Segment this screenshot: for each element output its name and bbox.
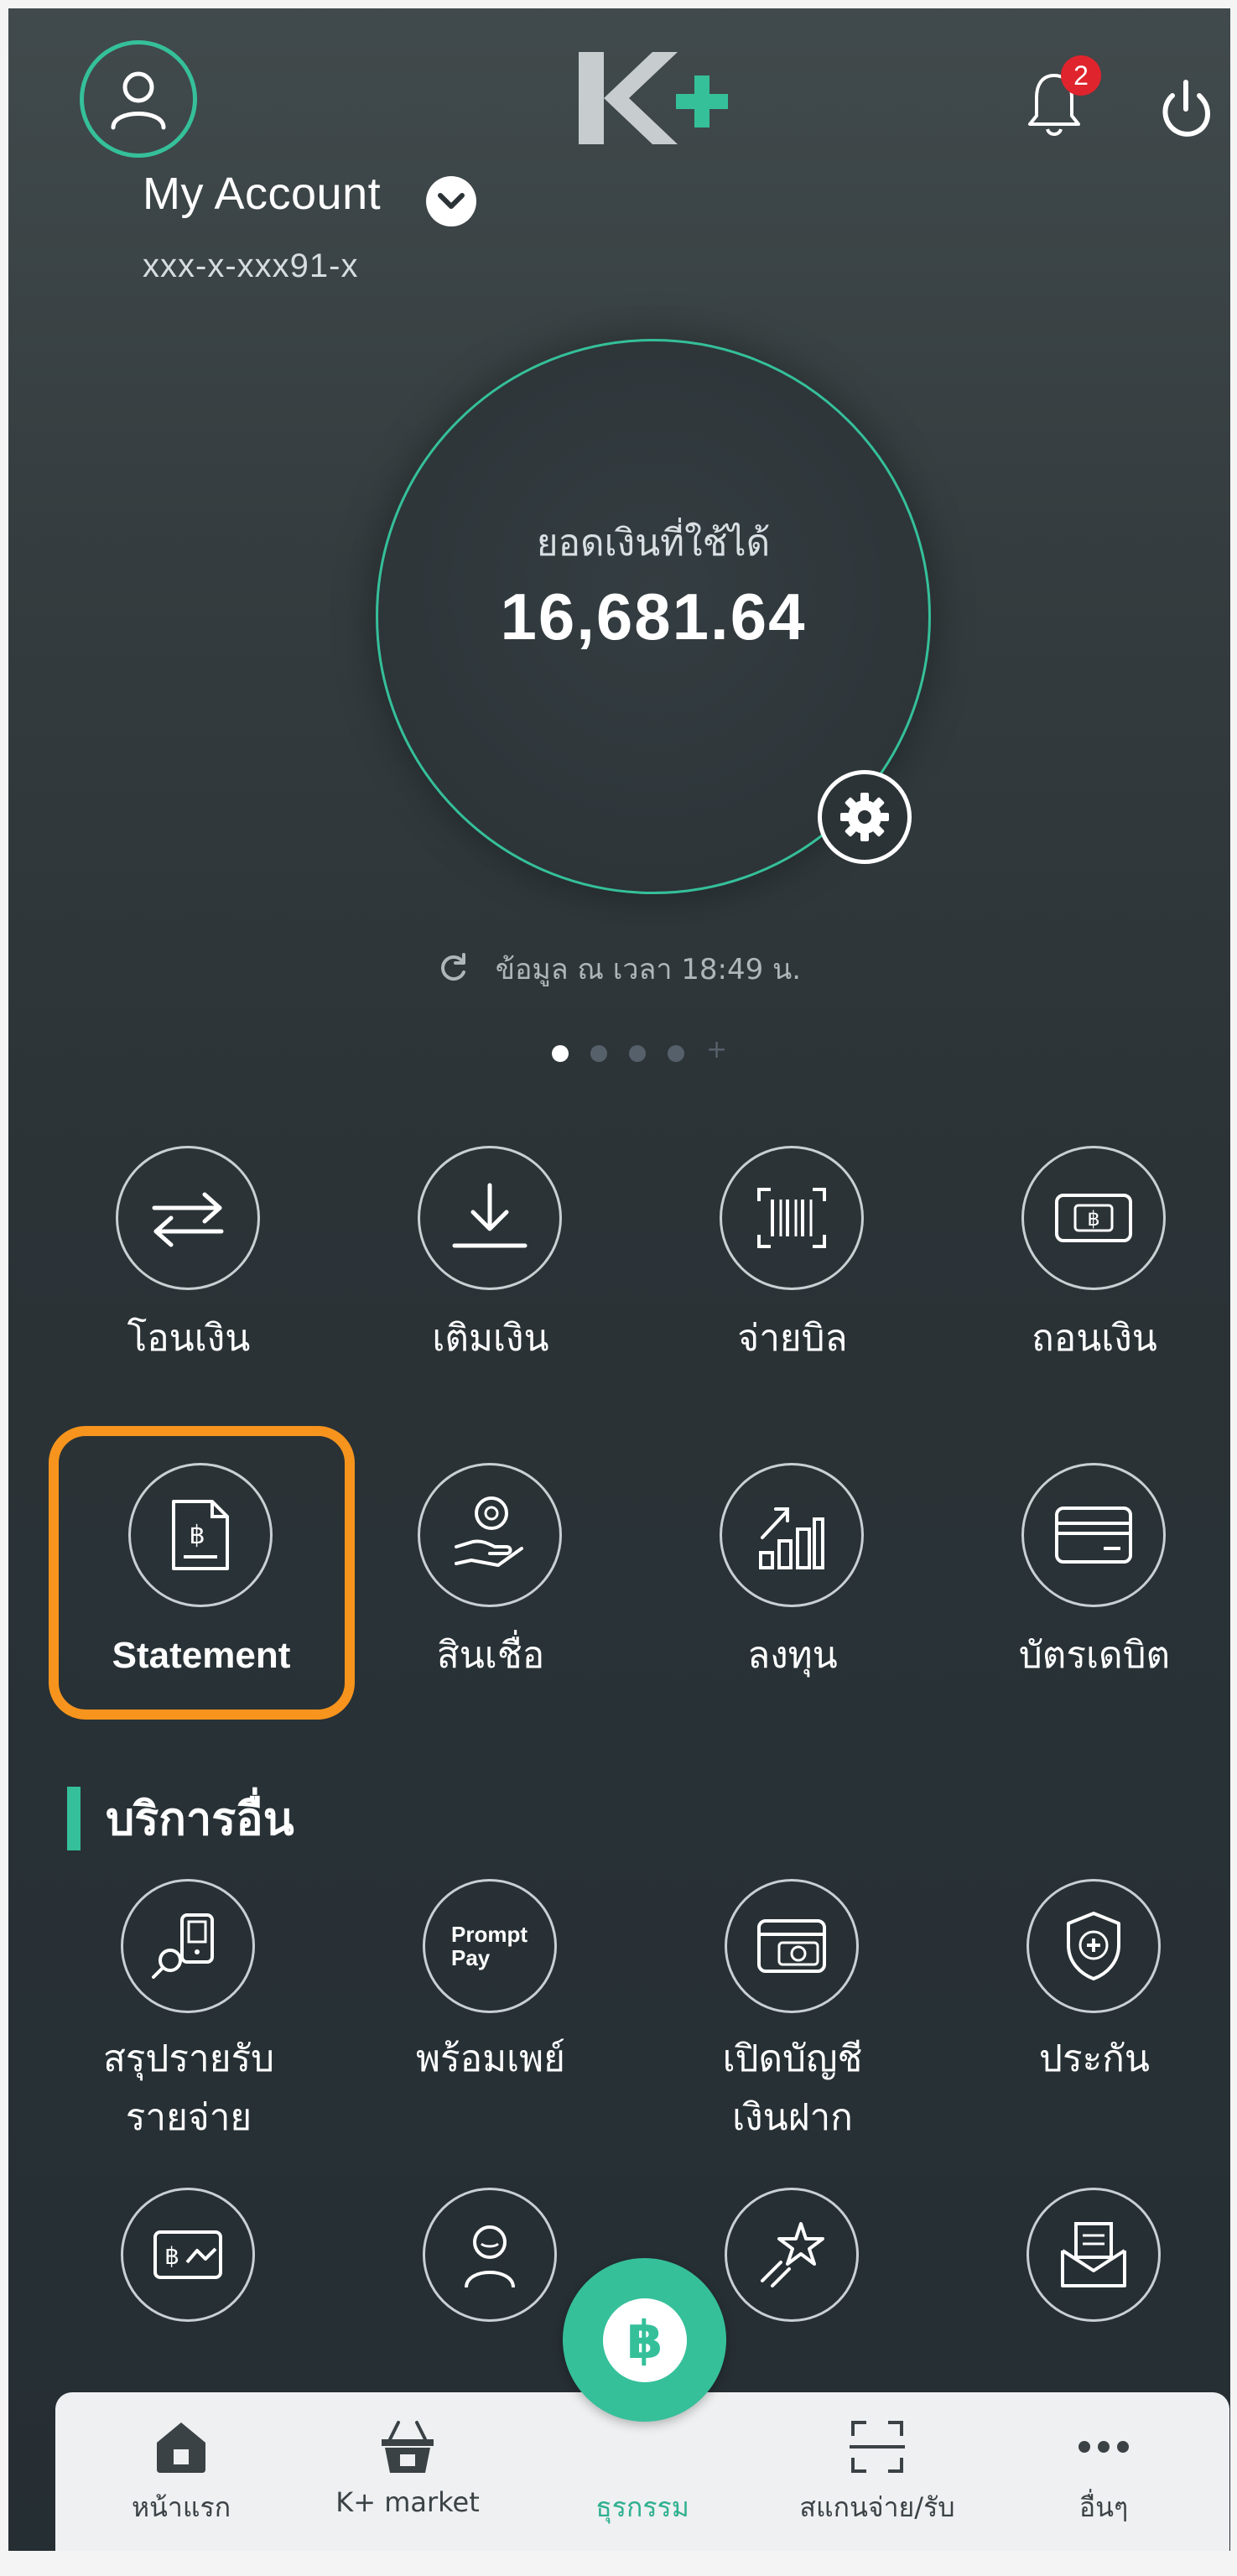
statement-icon: ฿ <box>172 1500 229 1570</box>
loan-icon <box>455 1496 523 1567</box>
svg-text:Prompt: Prompt <box>451 1922 528 1947</box>
transactions-fab[interactable]: ฿ <box>563 2258 726 2422</box>
svg-text:฿: ฿ <box>164 2242 179 2270</box>
nav-kplus-market[interactable]: K+ market <box>299 2392 517 2552</box>
menu-invest[interactable]: ลงทุน <box>671 1463 914 1681</box>
menu-label: บัตรเดบิต <box>1018 1634 1171 1677</box>
nav-more[interactable]: อื่นๆ <box>995 2392 1213 2552</box>
section-accent-bar <box>67 1787 81 1850</box>
menu-statement[interactable]: ฿ Statement <box>80 1463 323 1681</box>
notification-badge: 2 <box>1061 55 1101 96</box>
menu-paybill[interactable]: จ่ายบิล <box>671 1146 914 1364</box>
app-screen: 2 My Account xxx-x-xxx91-x ยอดเงินที่ใช้… <box>0 0 1237 2576</box>
section-title: บริการอื่น <box>106 1793 294 1845</box>
star-rocket-icon <box>761 2222 824 2287</box>
menu-topup[interactable]: เติมเงิน <box>369 1146 612 1364</box>
page-dot-active[interactable] <box>552 1045 569 1062</box>
menu-label: เปิดบัญชี เงินฝาก <box>722 2037 863 2139</box>
menu-label: เติมเงิน <box>432 1317 549 1360</box>
service-income-summary[interactable]: สรุปรายรับ รายจ่าย <box>67 1879 310 2139</box>
add-page-icon[interactable]: + <box>706 1035 727 1064</box>
section-other-services: บริการอื่น <box>67 1785 294 1852</box>
menu-label: พร้อมเพย์ <box>416 2037 565 2080</box>
topup-icon <box>452 1183 528 1248</box>
menu-label: ลงทุน <box>747 1634 838 1677</box>
power-icon[interactable] <box>1156 75 1216 143</box>
promptpay-icon: Prompt Pay <box>451 1922 528 1970</box>
balance-value: 16,681.64 <box>500 580 807 653</box>
more-icon <box>1078 2441 1129 2453</box>
summary-icon <box>152 1913 214 1979</box>
basket-icon <box>382 2421 434 2473</box>
scan-icon <box>850 2421 905 2473</box>
nav-scan[interactable]: สแกนจ่าย/รับ <box>768 2392 986 2552</box>
nav-home[interactable]: หน้าแรก <box>72 2392 290 2552</box>
person-icon <box>465 2225 515 2288</box>
barcode-icon <box>757 1188 826 1248</box>
card-icon <box>1055 1507 1132 1564</box>
menu-transfer[interactable]: โอนเงิน <box>67 1146 310 1364</box>
frame-edge <box>1230 0 1237 2576</box>
menu-debit-card[interactable]: บัตรเดบิต <box>973 1463 1216 1681</box>
kplus-logo <box>579 52 728 144</box>
baht-icon: ฿ <box>602 2298 687 2382</box>
service-promptpay[interactable]: Prompt Pay พร้อมเพย์ <box>369 1879 612 2097</box>
update-time-text: ข้อมูล ณ เวลา 18:49 น. <box>495 953 802 986</box>
page-dot[interactable] <box>629 1045 646 1062</box>
svg-text:฿: ฿ <box>1087 1207 1099 1231</box>
service-row4-1[interactable]: ฿ <box>67 2188 310 2406</box>
service-insurance[interactable]: ประกัน <box>973 1879 1216 2097</box>
account-number: xxx-x-xxx91-x <box>143 247 359 284</box>
bill-card-icon: ฿ <box>153 2230 222 2279</box>
account-name[interactable]: My Account <box>143 168 381 220</box>
service-open-account[interactable]: เปิดบัญชี เงินฝาก <box>671 1879 914 2139</box>
menu-label: ถอนเงิน <box>1032 1317 1157 1360</box>
frame-edge <box>0 2551 1237 2576</box>
menu-label: จ่ายบิล <box>737 1317 848 1360</box>
balance-update-row: ข้อมูล ณ เวลา 18:49 น. <box>0 946 1237 991</box>
frame-edge <box>0 0 8 2576</box>
menu-label: โอนเงิน <box>127 1317 251 1360</box>
balance-settings-button[interactable] <box>818 770 912 864</box>
withdraw-icon: ฿ <box>1055 1194 1132 1242</box>
chevron-down-icon <box>438 193 465 209</box>
menu-label: ประกัน <box>1039 2037 1150 2080</box>
menu-loan[interactable]: สินเชื่อ <box>369 1463 612 1681</box>
open-account-icon <box>757 1919 826 1973</box>
invest-icon <box>759 1507 824 1569</box>
svg-text:฿: ฿ <box>626 2309 663 2370</box>
page-indicator: + <box>552 1035 753 1065</box>
menu-label: สรุปรายรับ รายจ่าย <box>102 2037 275 2139</box>
mail-icon <box>1061 2222 1126 2287</box>
menu-label: Statement <box>112 1635 291 1676</box>
page-dot[interactable] <box>668 1045 684 1062</box>
menu-withdraw[interactable]: ฿ ถอนเงิน <box>973 1146 1216 1364</box>
svg-text:฿: ฿ <box>189 1521 205 1550</box>
balance-label: ยอดเงินที่ใช้ได้ <box>536 522 771 565</box>
svg-text:Pay: Pay <box>451 1945 491 1970</box>
menu-label: สินเชื่อ <box>436 1634 545 1677</box>
profile-button[interactable] <box>80 40 197 158</box>
gear-icon <box>840 793 889 841</box>
page-dot[interactable] <box>590 1045 607 1062</box>
service-row4-4[interactable] <box>973 2188 1216 2406</box>
home-icon <box>157 2422 205 2473</box>
transfer-icon <box>152 1192 224 1247</box>
account-dropdown-button[interactable] <box>426 176 476 226</box>
insurance-icon <box>1067 1912 1120 1980</box>
refresh-icon[interactable] <box>436 950 470 991</box>
frame-edge <box>0 0 1237 8</box>
user-icon <box>111 71 166 130</box>
